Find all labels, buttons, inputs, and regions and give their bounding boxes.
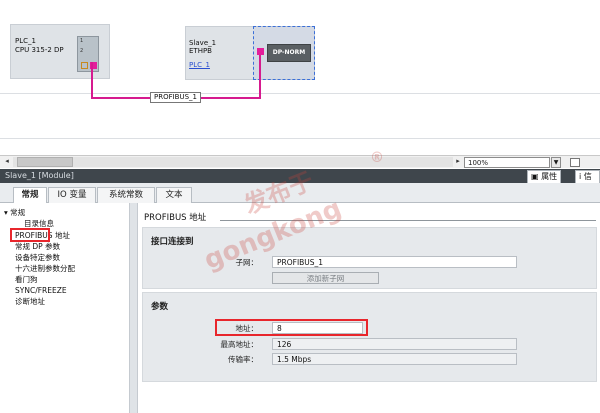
plc-device[interactable]: PLC_1 CPU 315-2 DP 1 2	[10, 24, 110, 79]
highlight-box	[215, 319, 368, 336]
transmission-rate-label: 传输率：	[228, 355, 258, 364]
scroll-thumb[interactable]	[17, 157, 73, 167]
tab-io-tags[interactable]: IO 变量	[48, 187, 96, 203]
nav-item-diag-address[interactable]: 诊断地址	[15, 296, 45, 307]
nav-item-general-dp[interactable]: 常规 DP 参数	[15, 241, 60, 252]
grid-line	[0, 138, 600, 139]
bus-drop-plc	[91, 62, 93, 98]
zoom-select[interactable]: 100%	[464, 157, 550, 168]
watermark-mark: ®	[370, 150, 384, 166]
nav-item-sync-freeze[interactable]: SYNC/FREEZE	[15, 285, 67, 296]
scroll-left-icon[interactable]: ◂	[2, 156, 12, 167]
inspector-title: Slave_1 [Module]	[5, 171, 74, 180]
pane-splitter[interactable]	[130, 203, 138, 413]
add-subnet-button[interactable]: 添加新子网	[272, 272, 379, 284]
scroll-right-icon[interactable]: ▸	[453, 156, 463, 167]
bus-drop-slave	[259, 55, 261, 98]
scroll-track[interactable]	[13, 157, 453, 167]
section-title: PROFIBUS 地址	[144, 213, 207, 223]
params-group: 参数 地址： 8 最高地址： 126 传输率： 1.5 Mbps	[142, 292, 597, 382]
tab-general[interactable]: 常规	[13, 187, 47, 204]
subnet-field[interactable]: PROFIBUS_1	[272, 256, 517, 268]
highest-address-field: 126	[272, 338, 517, 350]
profibus-port-icon[interactable]	[257, 48, 264, 55]
nav-root-general[interactable]: ▾ 常规	[4, 207, 25, 218]
transmission-rate-field[interactable]: 1.5 Mbps	[272, 353, 517, 365]
properties-tab[interactable]: ▣ 属性	[527, 170, 562, 184]
nav-item-hex-params[interactable]: 十六进制参数分配	[15, 263, 75, 274]
plc-type: CPU 315-2 DP	[15, 46, 64, 54]
highlight-box	[10, 228, 50, 242]
info-tab[interactable]: i 信	[575, 170, 600, 184]
slave-type: ETHPB	[189, 47, 212, 55]
zoom-dropdown-icon[interactable]: ▼	[551, 157, 561, 168]
dp-norm-module[interactable]: DP-NORM	[267, 44, 311, 62]
tab-system-constants[interactable]: 系统常数	[97, 187, 155, 203]
highest-address-label: 最高地址：	[220, 340, 259, 349]
property-nav-tree: ▾ 常规 目录信息 PROFIBUS 地址 常规 DP 参数 设备特定参数 十六…	[0, 203, 130, 413]
cpu-module[interactable]: 1 2	[77, 36, 99, 72]
overview-icon[interactable]	[570, 158, 580, 167]
slave-master-link[interactable]: PLC_1	[189, 61, 210, 70]
tab-texts[interactable]: 文本	[156, 187, 192, 203]
network-view[interactable]: PLC_1 CPU 315-2 DP 1 2 Slave_1 ETHPB PLC…	[0, 0, 600, 155]
params-title: 参数	[151, 302, 169, 312]
nav-item-watchdog[interactable]: 看门狗	[15, 274, 38, 285]
grid-line	[0, 93, 600, 94]
nav-item-device-params[interactable]: 设备特定参数	[15, 252, 60, 263]
property-content: PROFIBUS 地址 接口连接到 子网： PROFIBUS_1 添加新子网 参…	[138, 203, 600, 413]
ethernet-port-icon[interactable]	[81, 62, 88, 69]
bus-label[interactable]: PROFIBUS_1	[150, 92, 202, 103]
interface-title: 接口连接到	[151, 237, 194, 247]
plc-name: PLC_1	[15, 37, 36, 45]
